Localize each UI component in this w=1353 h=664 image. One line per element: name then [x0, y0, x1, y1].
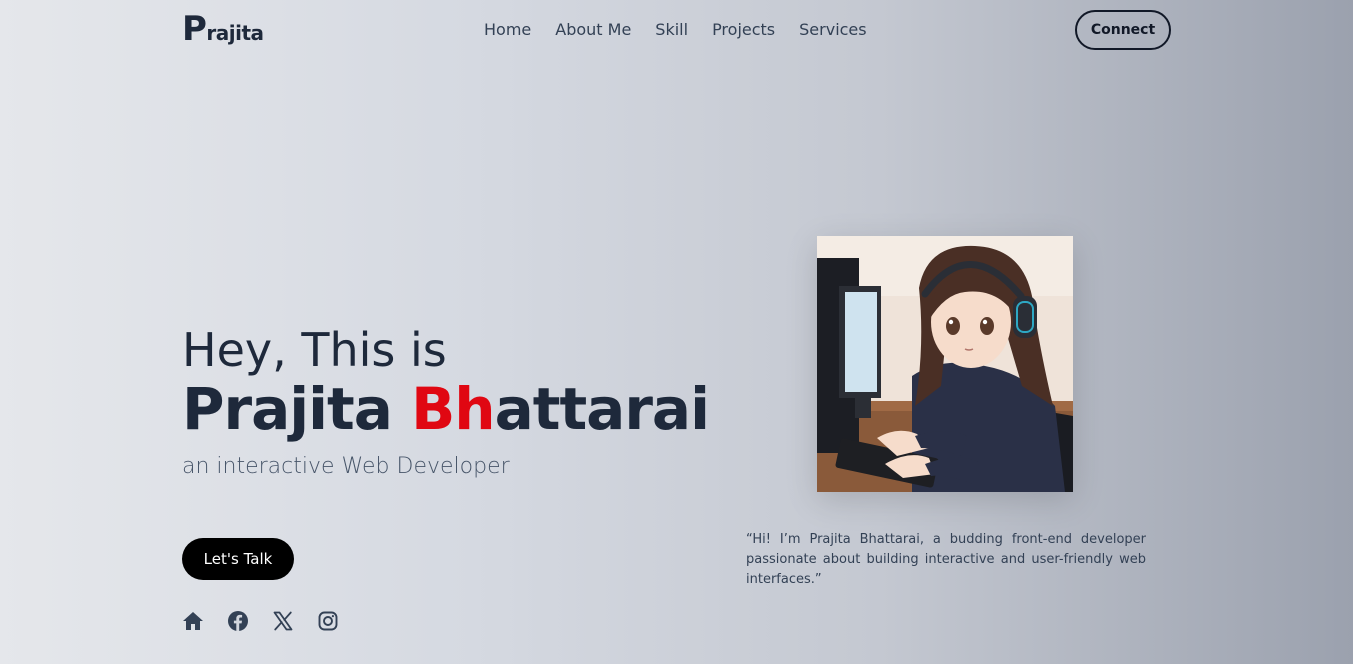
nav-link-services[interactable]: Services	[799, 20, 866, 39]
nav-link-projects[interactable]: Projects	[712, 20, 775, 39]
hero-name: Prajita Bhattarai	[182, 375, 710, 443]
nav-link-skill[interactable]: Skill	[655, 20, 688, 39]
instagram-icon[interactable]	[317, 609, 339, 633]
nav-link-about-me[interactable]: About Me	[555, 20, 631, 39]
hero-intro: Hey, This is Prajita Bhattarai an intera…	[182, 322, 710, 479]
facebook-icon[interactable]	[227, 609, 249, 633]
brand-logo[interactable]: P rajita	[182, 12, 264, 46]
lets-talk-button[interactable]: Let's Talk	[182, 538, 294, 580]
brand-logo-initial: P	[182, 9, 207, 49]
nav-links: Home About Me Skill Projects Services	[484, 20, 867, 39]
hero-tagline: an interactive Web Developer	[182, 454, 510, 479]
social-links	[182, 609, 339, 633]
connect-button[interactable]: Connect	[1075, 10, 1171, 50]
about-quote: “Hi! I’m Prajita Bhattarai, a budding fr…	[746, 532, 1146, 587]
hero-last-name-rest: attarai	[494, 375, 710, 443]
hero-greeting: Hey, This is	[182, 323, 447, 377]
brand-logo-text: rajita	[206, 21, 264, 45]
navbar: P rajita Home About Me Skill Projects Se…	[0, 0, 1353, 62]
hero-first-name: Prajita	[182, 375, 393, 443]
home-icon[interactable]	[182, 609, 204, 633]
profile-illustration	[817, 236, 1073, 492]
nav-link-home[interactable]: Home	[484, 20, 531, 39]
hero-last-name-accent: Bh	[411, 375, 495, 443]
x-twitter-icon[interactable]	[272, 609, 294, 633]
